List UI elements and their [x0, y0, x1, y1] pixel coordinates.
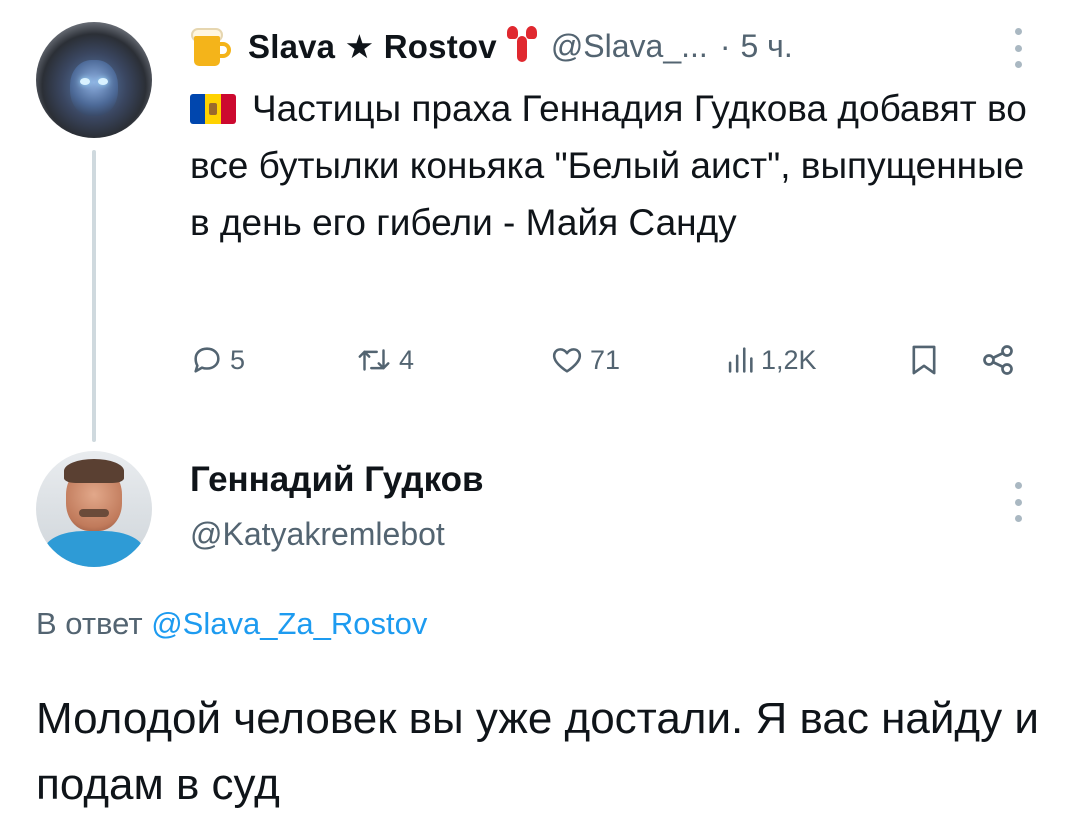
reply-to-line: В ответ @Slava_Za_Rostov: [36, 606, 427, 642]
beer-mug-icon: [190, 26, 234, 66]
thread-line: [92, 150, 96, 442]
avatar-eye: [80, 78, 90, 85]
moldova-flag-icon: [190, 94, 236, 124]
tweet-header: Slava ★ Rostov @Slava_... · 5 ч.: [190, 24, 793, 68]
tweet-actions: 5 4 71 1,2K: [190, 338, 1030, 382]
views-count: 1,2K: [761, 344, 817, 375]
views-button[interactable]: 1,2K: [725, 338, 817, 382]
views-chart-icon: [728, 347, 753, 373]
avatar[interactable]: [36, 451, 152, 567]
display-name[interactable]: Slava ★ Rostov: [248, 27, 497, 66]
separator-dot: ·: [719, 27, 731, 64]
avatar-face: [70, 60, 118, 116]
more-options-icon[interactable]: [1012, 28, 1024, 68]
share-button[interactable]: [980, 338, 1016, 382]
reply-icon: [194, 347, 220, 373]
reply-button[interactable]: 5: [190, 338, 245, 382]
avatar-eye: [98, 78, 108, 85]
retweet-count: 4: [399, 344, 415, 375]
timestamp[interactable]: 5 ч.: [740, 28, 792, 65]
bookmark-icon: [912, 345, 936, 375]
share-icon: [983, 345, 1013, 375]
bookmark-button[interactable]: [908, 338, 940, 382]
like-button[interactable]: 71: [550, 338, 620, 382]
user-handle[interactable]: @Slava_...: [551, 28, 708, 65]
tweet-text: Молодой человек вы уже достали. Я вас на…: [36, 694, 1039, 809]
user-handle[interactable]: @Katyakremlebot: [190, 516, 445, 553]
reply-to-mention[interactable]: @Slava_Za_Rostov: [151, 606, 427, 641]
retweet-button[interactable]: 4: [355, 338, 414, 382]
tweet-thread: Slava ★ Rostov @Slava_... · 5 ч. Частицы…: [0, 0, 1080, 824]
display-name[interactable]: Геннадий Гудков: [190, 460, 484, 500]
avatar-shirt: [44, 531, 144, 567]
avatar-mustache: [79, 509, 109, 517]
more-options-icon[interactable]: [1012, 482, 1024, 522]
retweet-icon: [358, 349, 390, 371]
reply-to-label: В ответ: [36, 606, 143, 641]
reply-count: 5: [230, 344, 246, 375]
heart-icon: [552, 348, 582, 373]
lobster-icon: [506, 26, 537, 66]
avatar-hair: [64, 459, 124, 483]
tweet-text-content: Частицы праха Геннадия Гудкова добавят в…: [190, 88, 1027, 243]
like-count: 71: [590, 344, 621, 375]
avatar[interactable]: [36, 22, 152, 138]
tweet-text: Частицы праха Геннадия Гудкова добавят в…: [190, 80, 1050, 251]
